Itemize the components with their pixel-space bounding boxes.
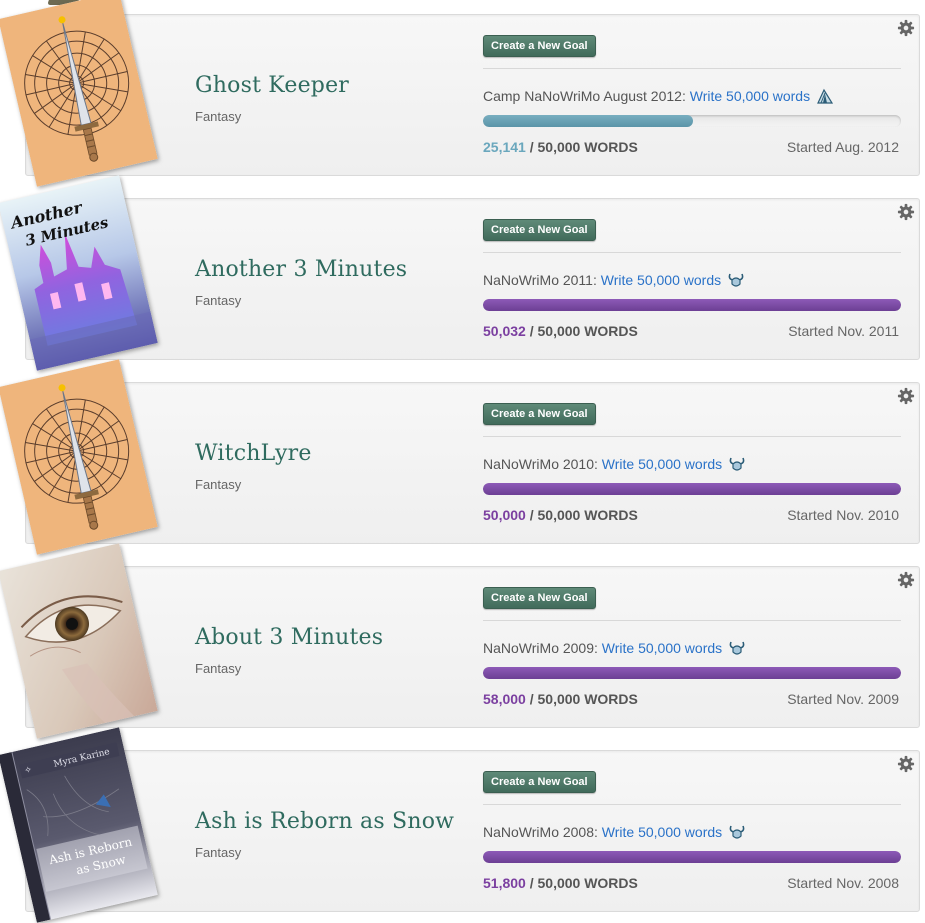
divider bbox=[483, 804, 901, 805]
gear-icon[interactable] bbox=[897, 755, 915, 773]
event-name: NaNoWriMo 2010: bbox=[483, 456, 598, 472]
ash-book-cover-art: ✧ Myra Karine Ash is Reborn as Snow bbox=[0, 727, 158, 923]
novel-genre: Fantasy bbox=[195, 293, 242, 308]
word-goal: / 50,000 WORDS bbox=[529, 139, 638, 155]
novel-genre: Fantasy bbox=[195, 845, 242, 860]
novel-genre: Fantasy bbox=[195, 477, 242, 492]
create-new-goal-button[interactable]: Create a New Goal bbox=[483, 771, 596, 793]
event-name: Camp NaNoWriMo August 2012: bbox=[483, 88, 686, 104]
novel-cover-ghost-keeper[interactable] bbox=[0, 0, 158, 187]
word-count: 58,000 bbox=[483, 691, 526, 707]
sword-compass-cover-art bbox=[0, 359, 158, 555]
create-new-goal-button[interactable]: Create a New Goal bbox=[483, 35, 596, 57]
divider bbox=[483, 436, 901, 437]
divider bbox=[483, 68, 901, 69]
novel-card-another-3-minutes: Another 3 Minutes Another 3 Minutes Fant… bbox=[0, 175, 920, 371]
goal-link[interactable]: Write 50,000 words bbox=[602, 640, 722, 656]
goal-link[interactable]: Write 50,000 words bbox=[602, 456, 722, 472]
viking-helmet-icon bbox=[728, 273, 744, 287]
divider bbox=[483, 252, 901, 253]
create-new-goal-button[interactable]: Create a New Goal bbox=[483, 219, 596, 241]
started-date: Started Aug. 2012 bbox=[786, 139, 899, 155]
progress-bar-fill bbox=[483, 851, 901, 863]
novel-card-ash-is-reborn-as-snow: ✧ Myra Karine Ash is Reborn as Snow Ash … bbox=[0, 727, 920, 923]
create-new-goal-button[interactable]: Create a New Goal bbox=[483, 587, 596, 609]
word-count-line: 50,000 / 50,000 WORDS bbox=[483, 507, 638, 523]
word-count-line: 51,800 / 50,000 WORDS bbox=[483, 875, 638, 891]
event-name: NaNoWriMo 2008: bbox=[483, 824, 598, 840]
novel-title[interactable]: Ash is Reborn as Snow bbox=[195, 809, 454, 834]
gear-icon[interactable] bbox=[897, 387, 915, 405]
novel-title[interactable]: WitchLyre bbox=[195, 441, 312, 466]
novel-card-ghost-keeper: Ghost Keeper Fantasy Create a New Goal C… bbox=[0, 0, 920, 187]
event-goal-line: NaNoWriMo 2010: Write 50,000 words bbox=[483, 456, 746, 472]
word-count: 50,032 bbox=[483, 323, 526, 339]
novel-cover-about-3-minutes[interactable] bbox=[0, 543, 158, 739]
event-name: NaNoWriMo 2011: bbox=[483, 272, 597, 288]
novel-cover-witchlyre[interactable] bbox=[0, 359, 158, 555]
gear-icon[interactable] bbox=[897, 203, 915, 221]
create-new-goal-button[interactable]: Create a New Goal bbox=[483, 403, 596, 425]
started-date: Started Nov. 2008 bbox=[787, 875, 899, 891]
progress-bar-fill bbox=[483, 483, 901, 495]
word-count-line: 25,141 / 50,000 WORDS bbox=[483, 139, 638, 155]
sword-compass-cover-art bbox=[0, 0, 158, 187]
progress-bar bbox=[483, 115, 901, 127]
novel-card-witchlyre: WitchLyre Fantasy Create a New Goal NaNo… bbox=[0, 359, 920, 555]
viking-helmet-icon bbox=[729, 825, 745, 839]
word-count: 50,000 bbox=[483, 507, 526, 523]
tent-icon bbox=[817, 88, 834, 104]
event-goal-line: NaNoWriMo 2011: Write 50,000 words bbox=[483, 272, 745, 288]
eye-cover-art bbox=[0, 543, 158, 739]
word-goal: / 50,000 WORDS bbox=[529, 691, 638, 707]
progress-bar bbox=[483, 851, 901, 863]
novel-cover-another-3-minutes[interactable]: Another 3 Minutes bbox=[0, 175, 158, 371]
word-count-line: 58,000 / 50,000 WORDS bbox=[483, 691, 638, 707]
goal-link[interactable]: Write 50,000 words bbox=[690, 88, 810, 104]
word-goal: / 50,000 WORDS bbox=[529, 323, 638, 339]
started-date: Started Nov. 2010 bbox=[787, 507, 899, 523]
goal-link[interactable]: Write 50,000 words bbox=[601, 272, 721, 288]
castle-cover-art: Another 3 Minutes bbox=[0, 175, 158, 371]
progress-bar bbox=[483, 299, 901, 311]
viking-helmet-icon bbox=[729, 457, 745, 471]
event-goal-line: NaNoWriMo 2009: Write 50,000 words bbox=[483, 640, 746, 656]
event-name: NaNoWriMo 2009: bbox=[483, 640, 598, 656]
viking-helmet-icon bbox=[729, 641, 745, 655]
novel-title[interactable]: Another 3 Minutes bbox=[195, 257, 407, 282]
divider bbox=[483, 620, 901, 621]
novel-card-about-3-minutes: About 3 Minutes Fantasy Create a New Goa… bbox=[0, 543, 920, 739]
novel-title[interactable]: About 3 Minutes bbox=[195, 625, 383, 650]
progress-bar-fill bbox=[483, 299, 901, 311]
novel-title[interactable]: Ghost Keeper bbox=[195, 73, 349, 98]
event-goal-line: NaNoWriMo 2008: Write 50,000 words bbox=[483, 824, 746, 840]
word-count: 25,141 bbox=[483, 139, 526, 155]
progress-bar-fill bbox=[483, 115, 694, 127]
progress-bar bbox=[483, 483, 901, 495]
novel-genre: Fantasy bbox=[195, 109, 242, 124]
word-count: 51,800 bbox=[483, 875, 526, 891]
started-date: Started Nov. 2011 bbox=[788, 323, 899, 339]
novel-genre: Fantasy bbox=[195, 661, 242, 676]
started-date: Started Nov. 2009 bbox=[787, 691, 899, 707]
novel-cover-ash-is-reborn-as-snow[interactable]: ✧ Myra Karine Ash is Reborn as Snow bbox=[0, 727, 158, 923]
goal-link[interactable]: Write 50,000 words bbox=[602, 824, 722, 840]
progress-bar bbox=[483, 667, 901, 679]
word-goal: / 50,000 WORDS bbox=[529, 875, 638, 891]
event-goal-line: Camp NaNoWriMo August 2012: Write 50,000… bbox=[483, 88, 834, 104]
progress-bar-fill bbox=[483, 667, 901, 679]
word-count-line: 50,032 / 50,000 WORDS bbox=[483, 323, 638, 339]
gear-icon[interactable] bbox=[897, 571, 915, 589]
word-goal: / 50,000 WORDS bbox=[529, 507, 638, 523]
gear-icon[interactable] bbox=[897, 19, 915, 37]
